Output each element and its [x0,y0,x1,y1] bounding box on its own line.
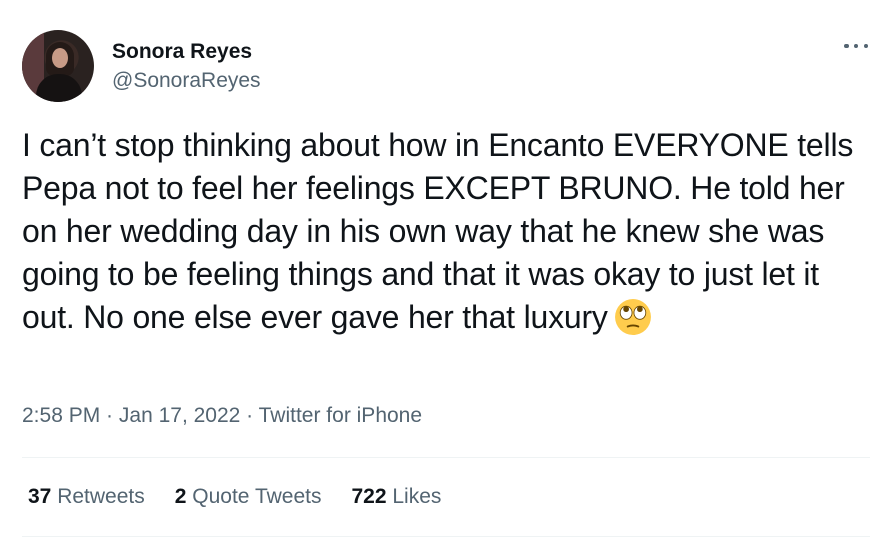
author-names: Sonora Reyes @SonoraReyes [112,39,261,94]
quote-tweets-count: 2 [174,485,187,508]
tweet-header: Sonora Reyes @SonoraReyes [22,29,261,103]
likes-stat[interactable]: 722 Likes [351,484,441,510]
divider [22,457,870,458]
avatar[interactable] [22,30,94,102]
tweet-date[interactable]: Jan 17, 2022 [119,404,240,427]
tweet-meta: 2:58 PM · Jan 17, 2022 · Twitter for iPh… [22,403,422,429]
more-options-button[interactable] [844,36,868,56]
divider [22,536,870,537]
likes-label: Likes [392,485,442,508]
tweet-text: I can’t stop thinking about how in Encan… [22,124,878,339]
author-display-name[interactable]: Sonora Reyes [112,39,261,65]
tweet-stats: 37 Retweets 2 Quote Tweets 722 Likes [28,484,471,510]
meta-separator: · [240,404,259,427]
tweet-text-content: I can’t stop thinking about how in Encan… [22,127,854,335]
tweet-source[interactable]: Twitter for iPhone [259,404,422,427]
author-handle[interactable]: @SonoraReyes [112,68,261,94]
meta-separator: · [100,404,119,427]
tweet-card: Sonora Reyes @SonoraReyes I can’t stop t… [0,0,892,538]
retweets-label: Retweets [57,485,145,508]
quote-tweets-label: Quote Tweets [192,485,322,508]
likes-count: 722 [351,485,387,508]
retweets-stat[interactable]: 37 Retweets [28,484,145,510]
more-horizontal-icon [844,43,849,49]
quote-tweets-stat[interactable]: 2 Quote Tweets [175,484,322,510]
face-with-rolling-eyes-icon [614,299,651,335]
tweet-time[interactable]: 2:58 PM [22,404,100,427]
retweets-count: 37 [28,485,52,508]
